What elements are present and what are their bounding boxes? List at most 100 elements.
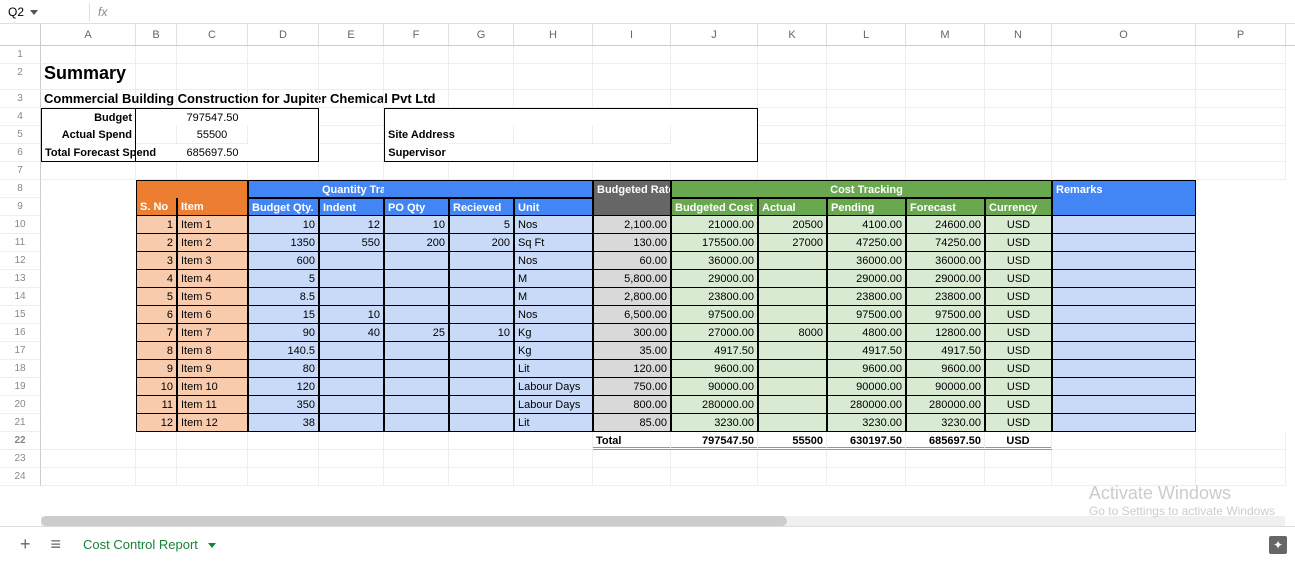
- row-header[interactable]: 18: [0, 360, 41, 378]
- indent-cell[interactable]: 550: [319, 234, 384, 252]
- item-cell[interactable]: Item 3: [177, 252, 248, 270]
- row-header[interactable]: 24: [0, 468, 41, 486]
- budget-qty-cell[interactable]: 38: [248, 414, 319, 432]
- indent-cell[interactable]: [319, 414, 384, 432]
- currency-cell[interactable]: USD: [985, 396, 1052, 414]
- actual-cost-cell[interactable]: [758, 288, 827, 306]
- sno-cell[interactable]: 11: [136, 396, 177, 414]
- budgeted-cost-cell[interactable]: 3230.00: [671, 414, 758, 432]
- pending-cost-cell[interactable]: 9600.00: [827, 360, 906, 378]
- po-qty-cell[interactable]: 10: [384, 216, 449, 234]
- remarks-header[interactable]: Remarks: [1052, 180, 1196, 198]
- budgeted-cost-cell[interactable]: 23800.00: [671, 288, 758, 306]
- item-header[interactable]: Item: [177, 198, 248, 216]
- all-sheets-button[interactable]: ≡: [51, 534, 62, 555]
- row-header[interactable]: 13: [0, 270, 41, 288]
- col-header[interactable]: A: [41, 24, 136, 45]
- budget-qty-cell[interactable]: 15: [248, 306, 319, 324]
- remarks-cell[interactable]: [1052, 234, 1196, 252]
- col-header[interactable]: K: [758, 24, 827, 45]
- forecast-cost-cell[interactable]: 23800.00: [906, 288, 985, 306]
- budgeted-cost-header[interactable]: Budgeted Cost: [671, 198, 758, 216]
- sheet-tab[interactable]: Cost Control Report: [71, 529, 228, 560]
- actual-cost-cell[interactable]: [758, 396, 827, 414]
- row-header[interactable]: 8: [0, 180, 41, 198]
- remarks-cell[interactable]: [1052, 306, 1196, 324]
- received-cell[interactable]: [449, 378, 514, 396]
- currency-header[interactable]: Currency: [985, 198, 1052, 216]
- cost-tracking-header[interactable]: Cost Tracking: [827, 180, 906, 198]
- remarks-cell[interactable]: [1052, 342, 1196, 360]
- budgeted-rate-cell[interactable]: 85.00: [593, 414, 671, 432]
- budgeted-cost-cell[interactable]: 97500.00: [671, 306, 758, 324]
- budget-qty-cell[interactable]: 140.5: [248, 342, 319, 360]
- item-cell[interactable]: Item 7: [177, 324, 248, 342]
- row-header[interactable]: 1: [0, 46, 41, 64]
- po-qty-cell[interactable]: [384, 414, 449, 432]
- forecast-cost-cell[interactable]: 36000.00: [906, 252, 985, 270]
- actual-cost-cell[interactable]: [758, 378, 827, 396]
- row-header[interactable]: 3: [0, 90, 41, 108]
- project-subtitle[interactable]: Commercial Building Construction for Jup…: [41, 90, 136, 108]
- budget-label[interactable]: Budget: [41, 108, 136, 126]
- sno-cell[interactable]: 1: [136, 216, 177, 234]
- po-qty-cell[interactable]: [384, 396, 449, 414]
- col-header[interactable]: P: [1196, 24, 1286, 45]
- explore-button[interactable]: ✦: [1269, 536, 1287, 554]
- unit-cell[interactable]: Nos: [514, 252, 593, 270]
- forecast-cost-cell[interactable]: 4917.50: [906, 342, 985, 360]
- forecast-cost-cell[interactable]: 12800.00: [906, 324, 985, 342]
- currency-cell[interactable]: USD: [985, 378, 1052, 396]
- row-header[interactable]: 16: [0, 324, 41, 342]
- forecast-cost-cell[interactable]: 24600.00: [906, 216, 985, 234]
- received-cell[interactable]: 10: [449, 324, 514, 342]
- budgeted-rate-cell[interactable]: 60.00: [593, 252, 671, 270]
- budgeted-rate-cell[interactable]: 750.00: [593, 378, 671, 396]
- col-header[interactable]: D: [248, 24, 319, 45]
- scrollbar-thumb[interactable]: [41, 516, 787, 526]
- received-cell[interactable]: 5: [449, 216, 514, 234]
- item-cell[interactable]: Item 9: [177, 360, 248, 378]
- remarks-cell[interactable]: [1052, 216, 1196, 234]
- budgeted-cost-cell[interactable]: 90000.00: [671, 378, 758, 396]
- sno-cell[interactable]: 2: [136, 234, 177, 252]
- item-cell[interactable]: Item 1: [177, 216, 248, 234]
- currency-cell[interactable]: USD: [985, 270, 1052, 288]
- po-qty-cell[interactable]: [384, 306, 449, 324]
- budgeted-rate-cell[interactable]: 800.00: [593, 396, 671, 414]
- actual-cost-cell[interactable]: [758, 360, 827, 378]
- row-header[interactable]: 14: [0, 288, 41, 306]
- currency-cell[interactable]: USD: [985, 324, 1052, 342]
- currency-cell[interactable]: USD: [985, 414, 1052, 432]
- actual-cost-cell[interactable]: [758, 270, 827, 288]
- pending-cost-cell[interactable]: 280000.00: [827, 396, 906, 414]
- received-cell[interactable]: [449, 252, 514, 270]
- total-pending[interactable]: 630197.50: [827, 432, 906, 450]
- item-cell[interactable]: Item 2: [177, 234, 248, 252]
- col-header[interactable]: E: [319, 24, 384, 45]
- actual-cost-cell[interactable]: [758, 342, 827, 360]
- pending-cost-cell[interactable]: 4800.00: [827, 324, 906, 342]
- pending-cost-cell[interactable]: 36000.00: [827, 252, 906, 270]
- po-qty-cell[interactable]: [384, 378, 449, 396]
- total-currency[interactable]: USD: [985, 432, 1052, 450]
- row-header[interactable]: 21: [0, 414, 41, 432]
- sno-cell[interactable]: 5: [136, 288, 177, 306]
- budget-qty-cell[interactable]: 80: [248, 360, 319, 378]
- pending-cost-cell[interactable]: 23800.00: [827, 288, 906, 306]
- indent-cell[interactable]: [319, 396, 384, 414]
- total-forecast[interactable]: 685697.50: [906, 432, 985, 450]
- indent-cell[interactable]: [319, 378, 384, 396]
- supervisor-label[interactable]: Supervisor: [384, 144, 449, 162]
- indent-cell[interactable]: [319, 360, 384, 378]
- sno-cell[interactable]: 3: [136, 252, 177, 270]
- forecast-cost-cell[interactable]: 29000.00: [906, 270, 985, 288]
- received-cell[interactable]: [449, 288, 514, 306]
- unit-cell[interactable]: M: [514, 270, 593, 288]
- budgeted-rate-header[interactable]: Budgeted Rate: [593, 180, 671, 198]
- budget-qty-cell[interactable]: 5: [248, 270, 319, 288]
- forecast-cost-cell[interactable]: 280000.00: [906, 396, 985, 414]
- sheet-dropdown-icon[interactable]: [208, 543, 216, 548]
- col-header[interactable]: N: [985, 24, 1052, 45]
- sno-cell[interactable]: 7: [136, 324, 177, 342]
